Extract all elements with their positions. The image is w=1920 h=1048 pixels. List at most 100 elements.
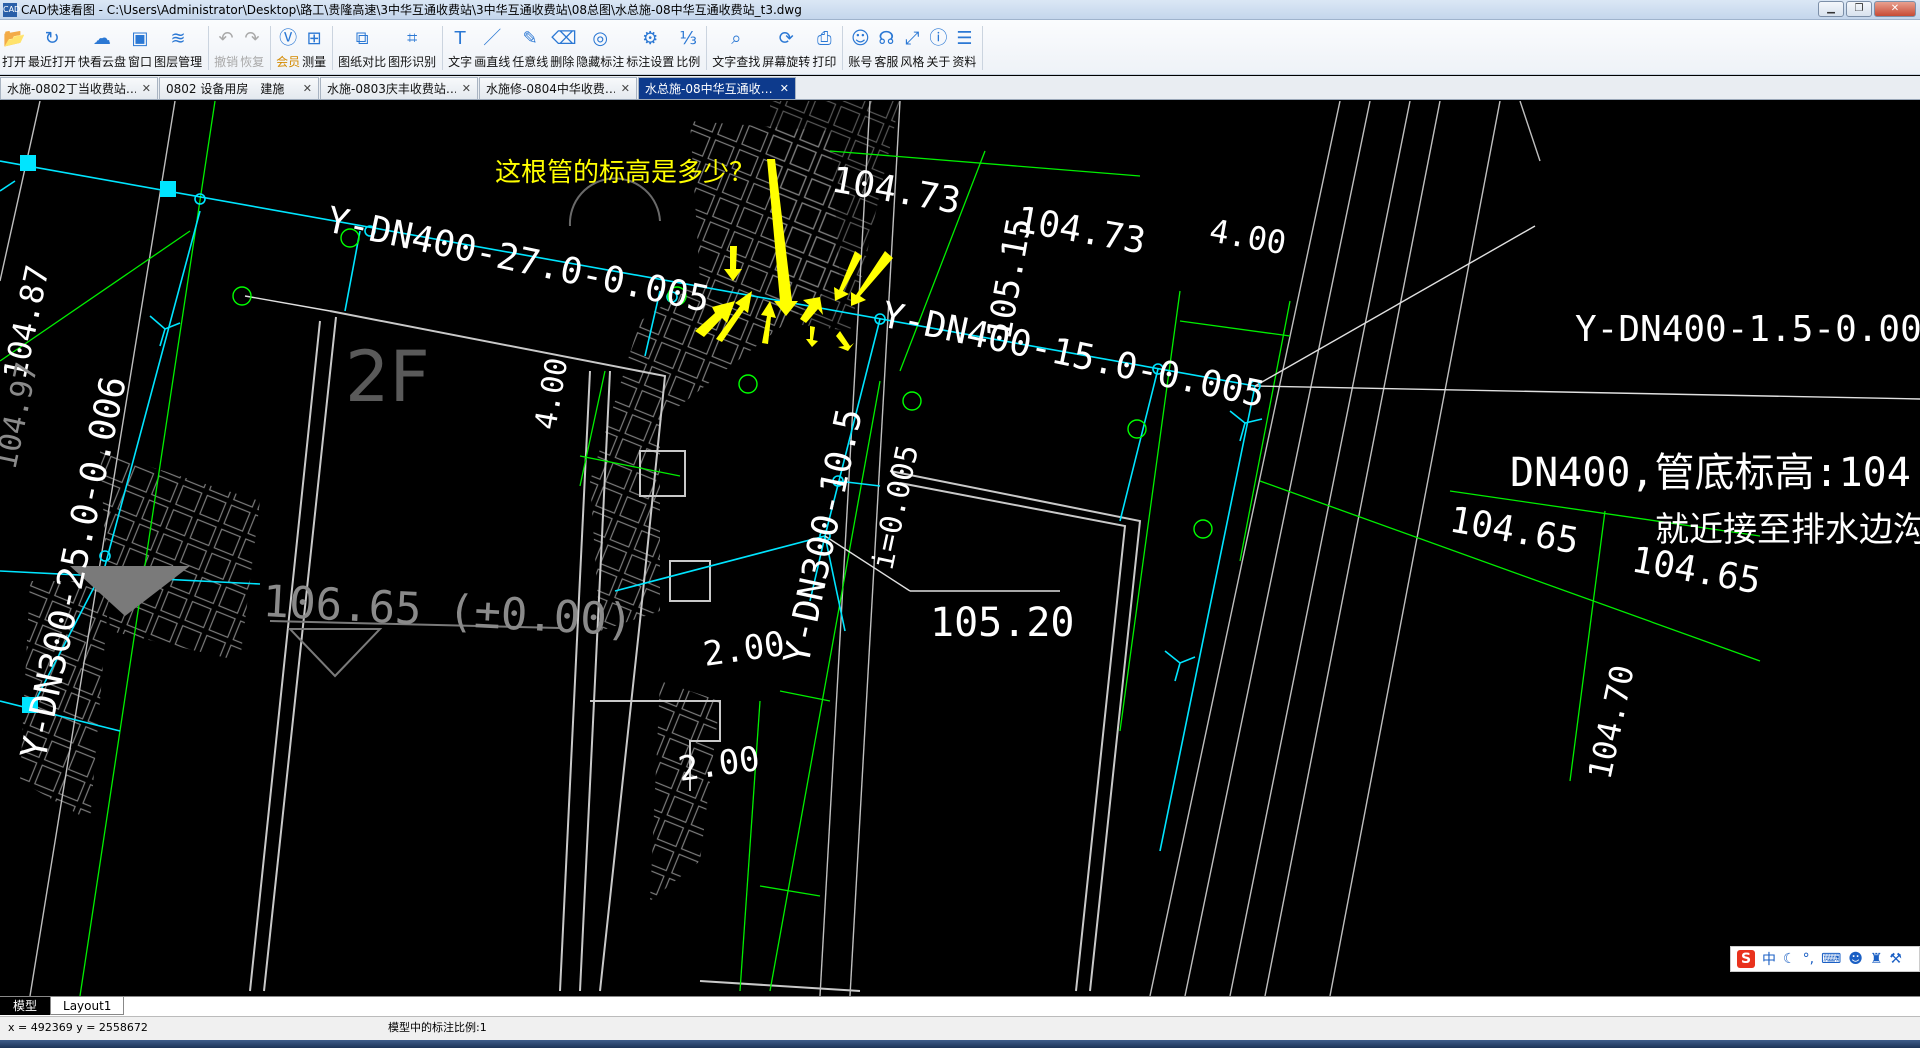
toolbar-label: 图形识别 bbox=[388, 55, 437, 69]
scale-icon: ⅓ bbox=[679, 28, 697, 49]
annotation-scale-text: 模型中的标注比例:1 bbox=[388, 1021, 487, 1034]
keyboard-icon[interactable]: ⌨ bbox=[1821, 951, 1841, 967]
document-tab[interactable]: 水总施-08中华互通收… ✕ bbox=[638, 77, 796, 99]
close-tab-icon[interactable]: ✕ bbox=[303, 82, 312, 95]
recognize-icon: ⌗ bbox=[407, 28, 418, 49]
toolbar-label: 画直线 bbox=[474, 55, 511, 69]
elevation-label: 104.70 bbox=[1581, 662, 1642, 783]
headset-icon: ☊ bbox=[878, 28, 895, 49]
info-icon: ⓘ bbox=[929, 28, 948, 49]
toolbar-button-eraser[interactable]: ⌫ 删除 bbox=[550, 20, 577, 75]
toolbar-button-undo[interactable]: ↶ 撤销 bbox=[214, 20, 238, 75]
dimension-label: 4.00 bbox=[528, 355, 575, 432]
eraser-icon: ⌫ bbox=[551, 28, 577, 49]
close-button[interactable]: ✕ bbox=[1874, 1, 1916, 17]
toolbar-button-account[interactable]: ☺ 账号 bbox=[848, 20, 872, 75]
text-icon: T bbox=[454, 28, 466, 49]
ime-status-bar[interactable]: S 中 ☾ °, ⌨ ☻ ♜ ⚒ bbox=[1730, 946, 1920, 972]
dimension-label: 4.00 bbox=[1207, 211, 1289, 262]
toolbar-button-window[interactable]: ▣ 窗口 bbox=[128, 20, 152, 75]
toolbar-button-line[interactable]: ／ 画直线 bbox=[474, 20, 510, 75]
rotate-screen-icon: ⟳ bbox=[778, 28, 794, 49]
style-icon: ⤢ bbox=[905, 28, 920, 49]
docs-icon: ☰ bbox=[956, 28, 973, 49]
history-icon: ↻ bbox=[44, 28, 60, 49]
hatch-regions bbox=[20, 101, 900, 901]
toolbar-button-style[interactable]: ⤢ 风格 bbox=[900, 20, 924, 75]
elevation-label: 106.65 (±0.00) bbox=[261, 576, 634, 646]
toolbar-button-redo[interactable]: ↷ 恢复 bbox=[240, 20, 264, 75]
account-icon: ☺ bbox=[850, 28, 870, 49]
toolbar-label: 账号 bbox=[848, 55, 873, 69]
toolbar-separator bbox=[270, 26, 272, 70]
toolbar-button-history[interactable]: ↻ 最近打开 bbox=[28, 20, 76, 75]
close-tab-icon[interactable]: ✕ bbox=[621, 82, 630, 95]
user-icon[interactable]: ☻ bbox=[1848, 951, 1863, 967]
toolbar-button-text[interactable]: T 文字 bbox=[448, 20, 472, 75]
pipe-label: Y-DN400-27.0-0.005 bbox=[323, 200, 713, 321]
toolbar-label: 窗口 bbox=[128, 55, 153, 69]
toolbar-button-ruler[interactable]: ⊞ 测量 bbox=[302, 20, 326, 75]
document-tab[interactable]: 水施-0802丁当收费站… ✕ bbox=[0, 77, 158, 99]
toolbar-button-folder-open[interactable]: 📂 打开 bbox=[2, 20, 26, 75]
toolbar-label: 文字查找 bbox=[712, 55, 761, 69]
toolbar-label: 资料 bbox=[952, 55, 977, 69]
elevation-label: 104.97 bbox=[0, 359, 45, 472]
undo-icon: ↶ bbox=[218, 28, 234, 49]
toolbar-button-scale[interactable]: ⅓ 比例 bbox=[676, 20, 700, 75]
toolbar-label: 关于 bbox=[926, 55, 951, 69]
toolbar-button-annotation-settings[interactable]: ⚙ 标注设置 bbox=[626, 20, 674, 75]
toolbar-button-vip[interactable]: Ⓥ 会员 bbox=[276, 20, 300, 75]
toolbar-button-cloud[interactable]: ☁ 快看云盘 bbox=[78, 20, 126, 75]
toolbar-button-recognize[interactable]: ⌗ 图形识别 bbox=[388, 20, 436, 75]
pipe-label: i=0.005 bbox=[866, 442, 927, 573]
tab-model[interactable]: 模型 bbox=[0, 997, 51, 1015]
maximize-button[interactable]: ❐ bbox=[1846, 1, 1872, 17]
title-bar: CAD CAD快速看图 - C:\Users\Administrator\Des… bbox=[0, 0, 1920, 20]
moon-icon[interactable]: ☾ bbox=[1783, 951, 1796, 967]
toolbar-label: 打印 bbox=[812, 55, 837, 69]
document-tab[interactable]: 水施-0803庆丰收费站… ✕ bbox=[320, 77, 478, 99]
shirt-icon[interactable]: ♜ bbox=[1870, 951, 1883, 967]
ime-language[interactable]: 中 bbox=[1762, 949, 1776, 969]
toolbar-button-headset[interactable]: ☊ 客服 bbox=[874, 20, 898, 75]
document-tab[interactable]: 0802 设备用房 建施 ✕ bbox=[159, 77, 319, 99]
close-tab-icon[interactable]: ✕ bbox=[462, 82, 471, 95]
toolbar-button-print[interactable]: ⎙ 打印 bbox=[812, 20, 836, 75]
minimize-button[interactable]: ▁ bbox=[1818, 1, 1844, 17]
toolbar-button-rotate-screen[interactable]: ⟳ 屏幕旋转 bbox=[762, 20, 810, 75]
pipe-note: DN400,管底标高:104.64 bbox=[1510, 450, 1920, 496]
toolbar-separator bbox=[982, 26, 984, 70]
toolbar-button-info[interactable]: ⓘ 关于 bbox=[926, 20, 950, 75]
compare-icon: ⧉ bbox=[355, 28, 369, 49]
room-label: 2F bbox=[345, 336, 430, 418]
punct-icon[interactable]: °, bbox=[1803, 951, 1814, 967]
annotation-settings-icon: ⚙ bbox=[642, 28, 659, 49]
pipe-note: 就近接至排水边沟 bbox=[1655, 510, 1920, 550]
redo-icon: ↷ bbox=[244, 28, 260, 49]
toolbar-button-layers[interactable]: ≋ 图层管理 bbox=[154, 20, 202, 75]
toolbar-button-text-search[interactable]: ⌕ 文字查找 bbox=[712, 20, 760, 75]
close-tab-icon[interactable]: ✕ bbox=[142, 82, 151, 95]
cursor-coordinates: x = 492369 y = 2558672 bbox=[8, 1021, 148, 1034]
close-tab-icon[interactable]: ✕ bbox=[780, 82, 789, 95]
toolbar-button-hide[interactable]: ◎ 隐藏标注 bbox=[576, 20, 624, 75]
hide-icon: ◎ bbox=[592, 28, 609, 49]
toolbar-button-compare[interactable]: ⧉ 图纸对比 bbox=[338, 20, 386, 75]
document-tab-label: 水总施-08中华互通收… bbox=[645, 82, 773, 96]
toolbar-label: 屏幕旋转 bbox=[762, 55, 811, 69]
toolbar-separator bbox=[442, 26, 444, 70]
toolbar-label: 风格 bbox=[900, 55, 925, 69]
wrench-icon[interactable]: ⚒ bbox=[1889, 951, 1902, 967]
toolbar-separator bbox=[706, 26, 708, 70]
cloud-icon: ☁ bbox=[93, 28, 112, 49]
toolbar-button-docs[interactable]: ☰ 资料 bbox=[952, 20, 976, 75]
drawing-canvas[interactable]: 这根管的标高是多少？ Y-DN400-27.0-0.005 Y-DN400-15.0… bbox=[0, 101, 1920, 996]
tab-layout1[interactable]: Layout1 bbox=[50, 997, 125, 1015]
document-tab[interactable]: 水施修-0804中华收费… ✕ bbox=[479, 77, 637, 99]
pipe-label: Y-DN400-1.5-0.005 bbox=[1575, 309, 1920, 350]
toolbar-label: 删除 bbox=[550, 55, 575, 69]
main-toolbar: 📂 打开 ↻ 最近打开 ☁ 快看云盘 ▣ 窗口 ≋ 图层管理 ↶ 撤销 ↷ 恢复 Ⓥ 会员 ⊞ 测量 ⧉ 图纸对比 ⌗ 图… bbox=[0, 20, 1920, 75]
toolbar-button-pen[interactable]: ✎ 任意线 bbox=[512, 20, 548, 75]
document-tab-label: 水施修-0804中华收费… bbox=[486, 82, 615, 96]
